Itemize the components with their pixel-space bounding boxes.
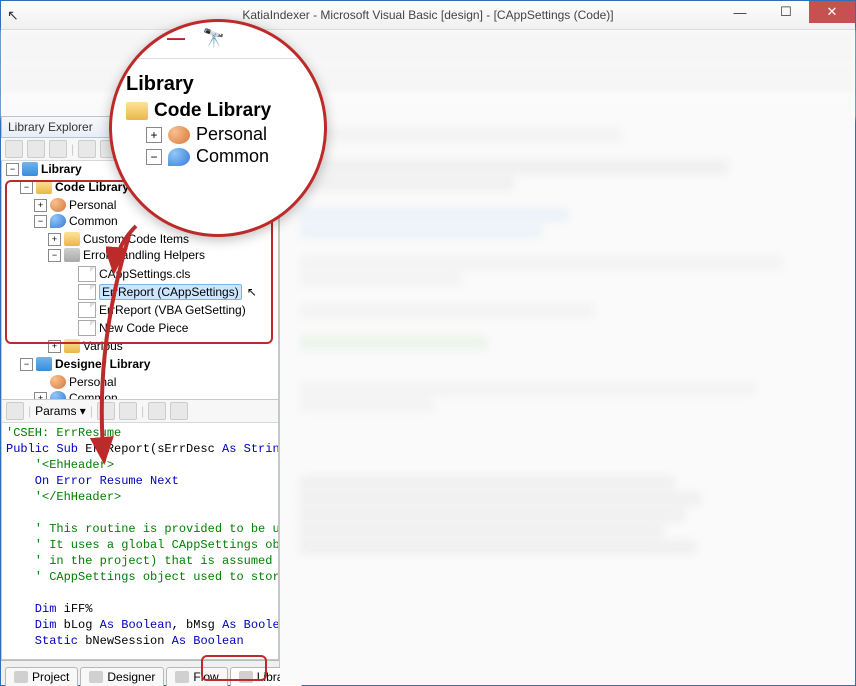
tree-code-library-label: Code Library (55, 180, 129, 194)
tree-file-errreport-vba[interactable]: ErrReport (VBA GetSetting) (62, 301, 278, 319)
tree-root-label: Library (41, 162, 82, 176)
file-icon (78, 284, 96, 300)
folder-icon (64, 232, 80, 246)
bottom-tabs: Project Designer Flow Library (1, 660, 279, 685)
maximize-button[interactable]: ☐ (763, 1, 809, 23)
tool-icon-3[interactable] (49, 140, 67, 158)
library-icon (22, 162, 38, 176)
params-dropdown[interactable]: Params ▾ (35, 404, 86, 418)
code-tool-2[interactable] (97, 402, 115, 420)
code-tool-1[interactable] (6, 402, 24, 420)
code-area[interactable]: 'CSEH: ErrResume Public Sub ErrReport(sE… (2, 423, 278, 659)
tree-various[interactable]: +Various (48, 338, 278, 354)
zoom-lens: 📄 — 🔭 Library Code Library + Personal − … (109, 19, 327, 237)
folder-icon (36, 180, 52, 194)
people-icon (168, 148, 190, 166)
tab-flow[interactable]: Flow (166, 667, 227, 686)
tab-project[interactable]: Project (5, 667, 78, 686)
menubar-blurred (1, 30, 855, 61)
code-preview-toolbar: | Params ▾ | | (2, 400, 278, 423)
file-icon (78, 302, 96, 318)
person-icon (50, 375, 66, 389)
tree-d-personal[interactable]: Personal (34, 374, 278, 390)
library-icon (239, 671, 253, 683)
expand-icon: + (146, 127, 162, 143)
cursor-icon: ↖ (247, 285, 257, 299)
designer-icon (89, 671, 103, 683)
titlebar: ↖ KatiaIndexer - Microsoft Visual Basic … (1, 1, 855, 30)
tree-file-cappsettings[interactable]: CAppSettings.cls (62, 265, 278, 283)
person-icon (50, 198, 66, 212)
app-window: ↖ KatiaIndexer - Microsoft Visual Basic … (0, 0, 856, 686)
zoom-personal: Personal (196, 124, 267, 145)
minimize-button[interactable]: — (717, 1, 763, 23)
file-icon (78, 320, 96, 336)
person-icon (168, 126, 190, 144)
app-icon: ↖ (7, 7, 23, 23)
collapse-icon: − (146, 149, 162, 165)
code-tool-4[interactable] (170, 402, 188, 420)
zoom-binoculars-icon: 🔭 (200, 26, 228, 50)
library-icon (36, 357, 52, 371)
editor-area-blurred (280, 116, 855, 685)
close-button[interactable]: ✕ (809, 1, 855, 23)
flow-icon (175, 671, 189, 683)
zoom-code-library: Code Library (154, 100, 271, 122)
tool-icon-2[interactable] (27, 140, 45, 158)
tool-icon-1[interactable] (5, 140, 23, 158)
code-tool-print[interactable] (148, 402, 166, 420)
code-preview-pane: | Params ▾ | | 'CSEH: ErrResume Public S… (1, 400, 279, 660)
project-icon (14, 671, 28, 683)
panel-title: Library Explorer (8, 120, 93, 134)
tree-file-errreport-capp[interactable]: ErrReport (CAppSettings)↖ (62, 283, 278, 301)
people-icon (50, 391, 66, 400)
folder-grey-icon (64, 248, 80, 262)
window-controls: — ☐ ✕ (717, 1, 855, 23)
tree-d-common[interactable]: +Common (34, 390, 278, 400)
tool-icon-4[interactable] (78, 140, 96, 158)
tree-designer-library[interactable]: −Designer Library Personal +Common (20, 356, 278, 400)
zoom-common: Common (196, 146, 269, 167)
file-icon (78, 266, 96, 282)
zoom-heading: Library (126, 73, 314, 96)
code-tool-3[interactable] (119, 402, 137, 420)
tab-designer[interactable]: Designer (80, 667, 164, 686)
tree-error-helpers[interactable]: −Error Handling Helpers CAppSettings.cls… (48, 247, 278, 338)
folder-icon (64, 339, 80, 353)
folder-icon (126, 102, 148, 120)
tree-file-newcodepiece[interactable]: New Code Piece (62, 319, 278, 337)
people-icon (50, 214, 66, 228)
